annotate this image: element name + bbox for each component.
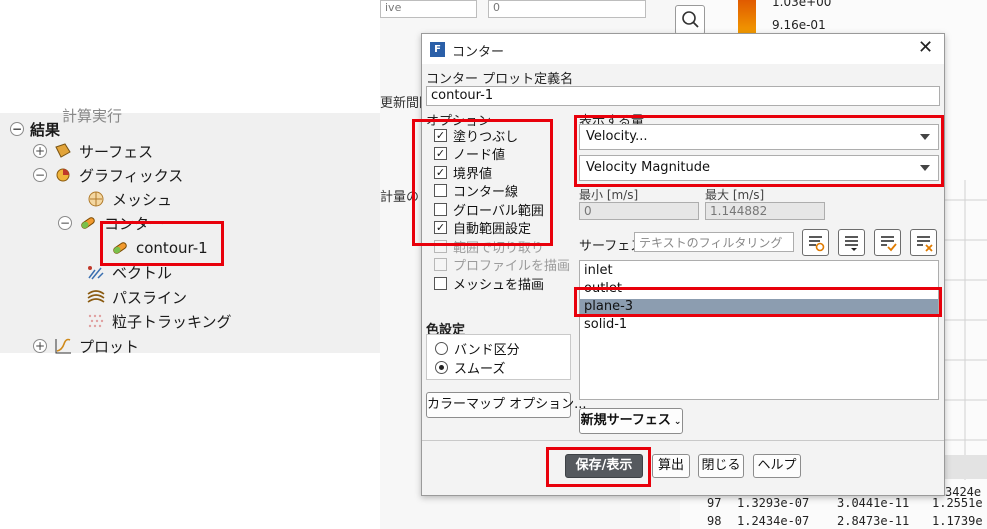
option-label: メッシュを描画 [453,277,545,293]
collapse-icon[interactable]: − [10,122,24,136]
name-field[interactable]: contour-1 [426,86,940,106]
option-checkbox[interactable]: メッシュを描画 [434,274,545,293]
surface-filter-input[interactable]: テキストのフィルタリング [634,232,794,252]
highlight-box [100,221,224,266]
highlight-box [546,447,651,487]
option-checkbox: プロファイルを描画 [434,256,570,274]
collapse-icon[interactable]: − [58,216,72,230]
select-all-button[interactable] [874,229,901,256]
color-radio-group: バンド区分 スムーズ [426,334,571,380]
background-combo[interactable]: ive [380,0,477,18]
tree-item-run[interactable]: 計算実行 [62,103,122,127]
min-label: 最小 [m/s] [579,188,639,202]
surface-icon [55,143,71,158]
list-menu-button[interactable] [838,229,865,256]
graphics-icon [56,168,70,182]
row-value: 1.2434e-07 [737,514,810,528]
row-value: 1.2551e [932,496,983,510]
plot-icon [55,338,71,354]
dialog-titlebar[interactable]: F コンター ✕ [422,34,944,64]
search-icon [682,11,699,28]
color-radio-option[interactable]: スムーズ [435,358,506,377]
tree-item-plot[interactable]: + プロット [33,334,139,358]
radio-selected-icon[interactable] [435,360,448,374]
collapse-icon[interactable]: − [33,168,47,182]
checkbox-icon[interactable] [434,258,447,271]
expand-icon[interactable]: + [33,339,47,353]
deselect-all-button[interactable] [910,229,937,256]
new-surface-label: 新規サーフェス [580,413,671,428]
tree-item-particle[interactable]: 粒子トラッキング [80,309,232,333]
color-radio-option[interactable]: バンド区分 [435,339,520,358]
close-icon[interactable]: ✕ [918,37,933,58]
row-value: 3.0441e-11 [837,496,910,510]
particle-icon [88,314,104,328]
contour-dialog: F コンター ✕ コンター プロット定義名 contour-1 オプション ✓ 塗… [412,33,945,496]
tree-item-label: メッシュ [112,190,173,209]
expand-icon[interactable]: + [33,144,47,158]
row-value: 1.1739e [932,514,983,528]
max-label: 最大 [m/s] [705,188,765,202]
mesh-icon [88,191,104,207]
row-value: 1.3293e-07 [737,496,810,510]
zoom-button[interactable] [675,5,705,35]
radio-label: バンド区分 [454,342,520,358]
option-label: プロファイルを描画 [453,259,571,274]
tree-item-surfaces[interactable]: + サーフェス [33,139,153,163]
highlight-box [412,119,553,246]
tree-item-label: 粒子トラッキング [112,312,232,331]
row-index: 98 [707,514,722,528]
deselect-all-icon [917,236,933,252]
legend-value: 1.03e+00 [772,0,832,9]
name-label: コンター プロット定義名 [426,72,574,87]
tree-item-pathline[interactable]: パスライン [80,285,187,309]
tree-item-label: 結果 [30,120,61,139]
tree-item-results[interactable]: − 結果 [10,117,60,141]
tree-item-label: サーフェス [79,142,154,161]
colormap-options-button[interactable]: カラーマップ オプション... [426,392,587,418]
radio-icon[interactable] [435,341,448,355]
select-all-icon [881,236,897,252]
tree-item-mesh[interactable]: メッシュ [80,187,172,211]
row-index: 97 [707,496,722,510]
tree-item-graphics[interactable]: − グラフィックス [33,163,183,187]
outline-tree: 計算実行 − 結果 + サーフェス − グラフィックス メッシュ − コンター … [0,107,380,356]
surface-list-item[interactable]: solid-1 [580,317,938,335]
contour-icon [81,217,95,229]
tree-item-label: プロット [79,337,140,356]
close-button[interactable]: 閉じる [698,454,744,478]
surface-filter-button[interactable] [802,229,829,256]
highlight-box [574,115,944,187]
row-value: 2.8473e-11 [837,514,910,528]
pathline-icon [87,290,105,303]
mesh-grid [945,180,987,480]
surface-list[interactable]: inlet outlet plane-3 solid-1 [579,260,939,400]
tree-item-label: グラフィックス [79,166,184,185]
compute-button[interactable]: 算出 [652,454,690,478]
radio-label: スムーズ [454,361,506,377]
highlight-box [574,287,942,317]
tree-item-label: 計算実行 [62,106,123,125]
separator [422,440,944,441]
dialog-title: コンター [452,45,505,60]
max-field: 1.144882 [705,202,825,220]
tree-item-label: パスライン [112,288,188,307]
background-combo[interactable]: 0 [488,0,646,18]
help-button[interactable]: ヘルプ [753,454,801,478]
filter-list-icon [809,236,825,252]
legend-value: 9.16e-01 [772,18,826,32]
chevron-down-icon: ⌄ [673,417,682,427]
new-surface-button[interactable]: 新規サーフェス ⌄ [579,408,683,434]
app-icon: F [430,42,445,57]
surface-list-item[interactable]: inlet [580,263,938,281]
list-menu-icon [845,236,858,251]
min-field: 0 [579,202,699,220]
checkbox-icon[interactable] [434,276,447,290]
